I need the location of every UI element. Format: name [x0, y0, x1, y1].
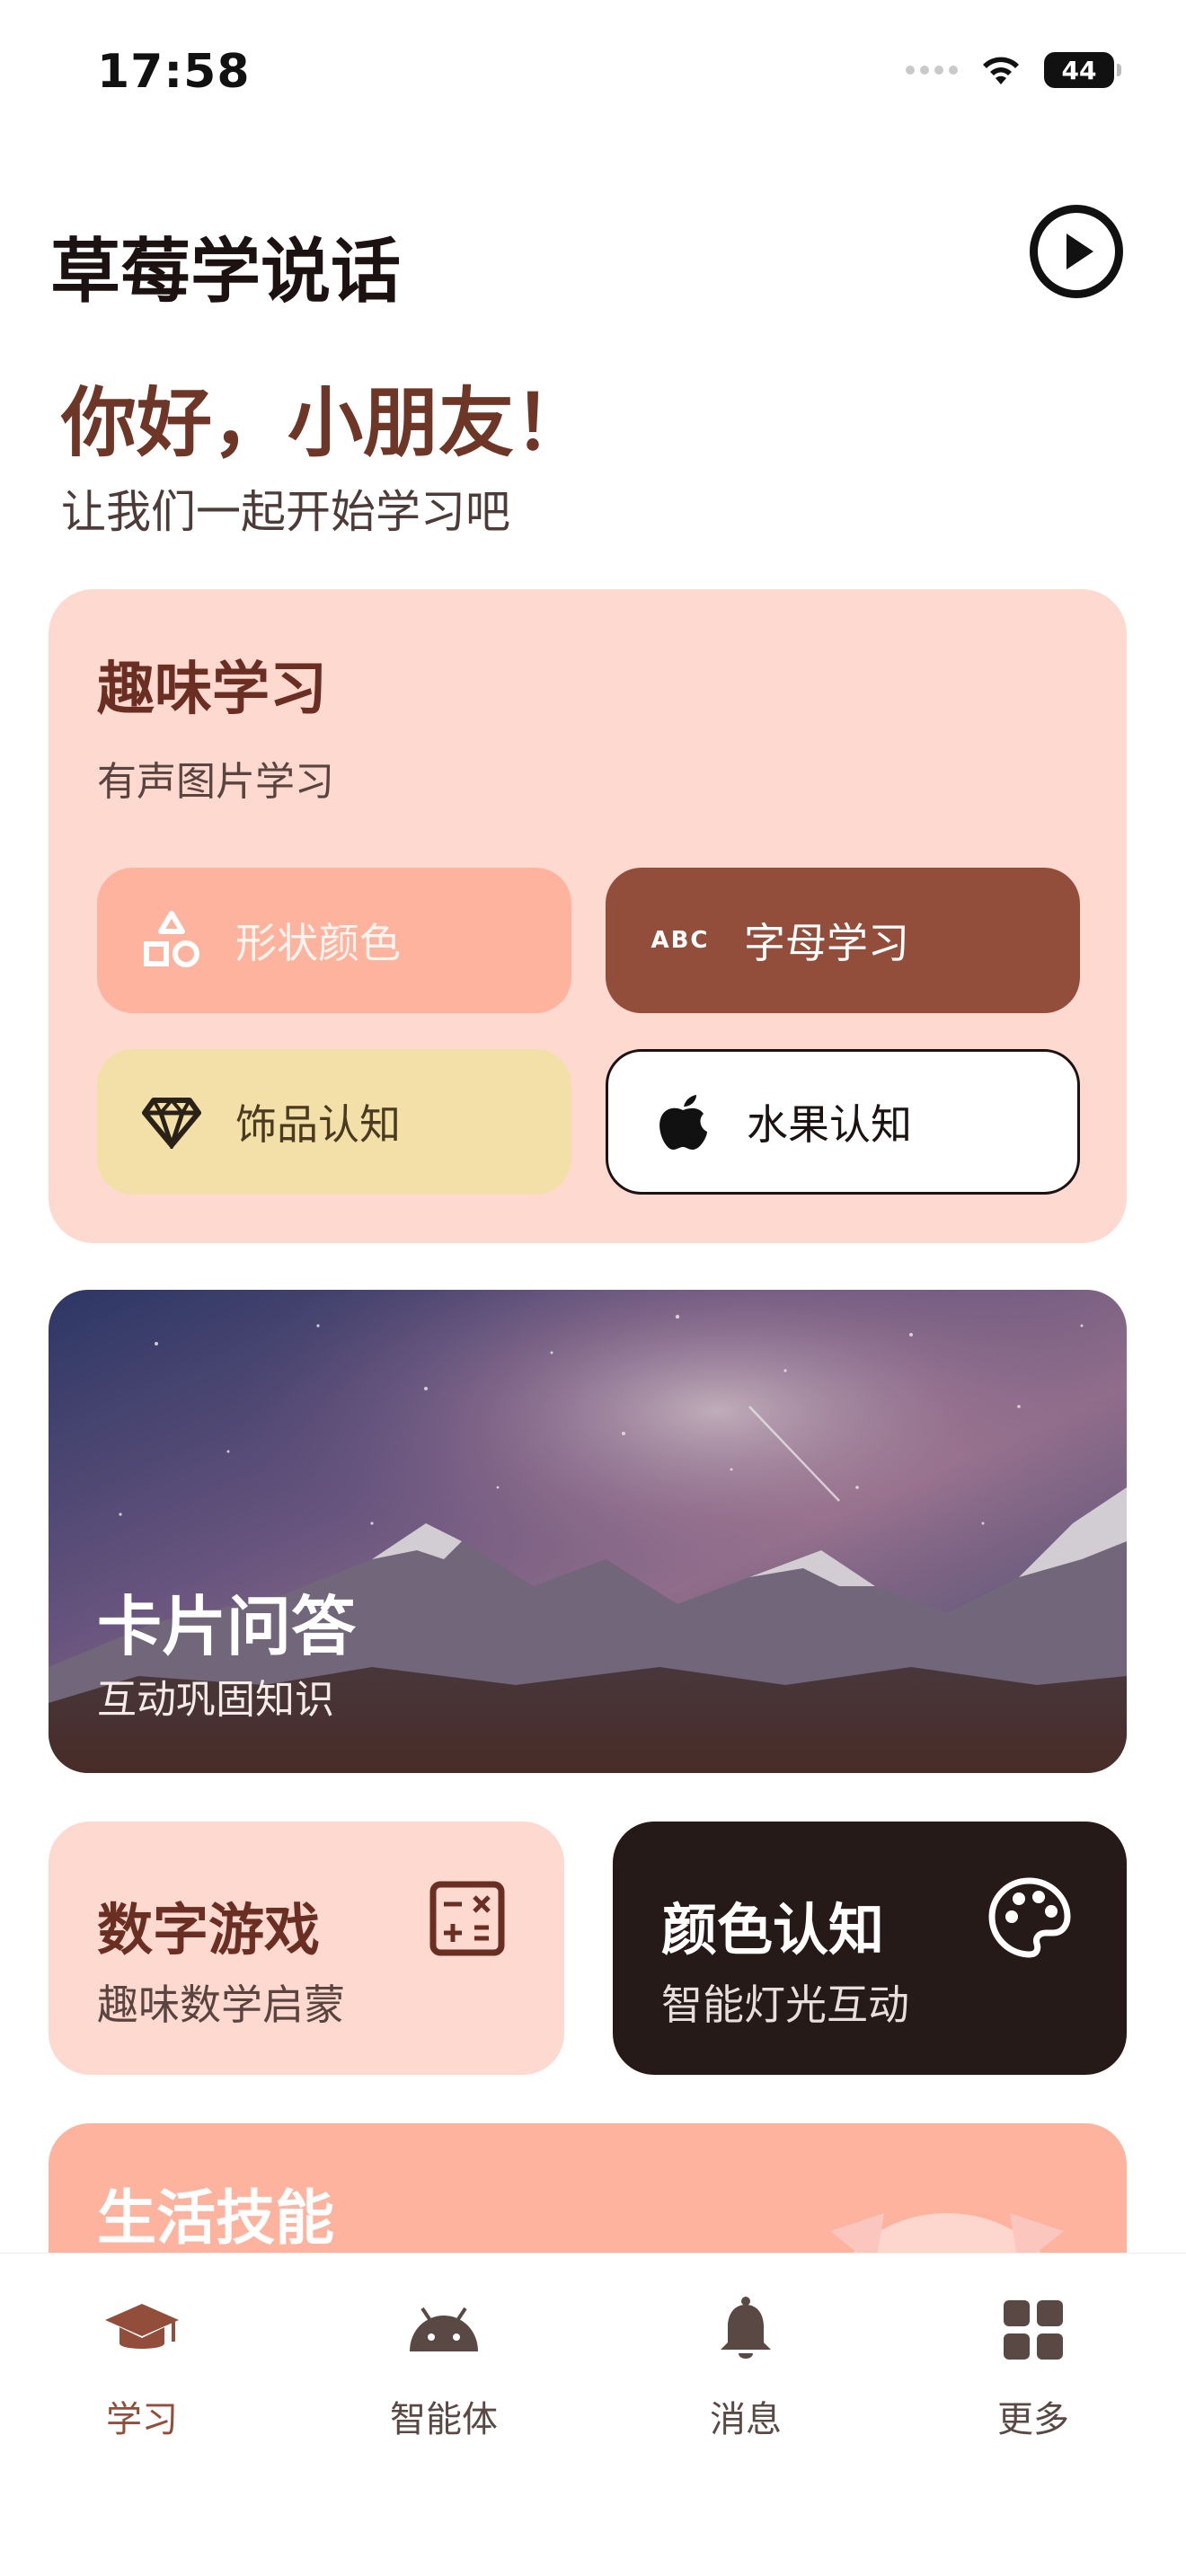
shape-color-button[interactable]: 形状颜色 [97, 868, 571, 1013]
status-bar: 17:58 44 [0, 0, 1186, 135]
shape-color-label: 形状颜色 [235, 919, 401, 967]
palette-icon [988, 1877, 1071, 1958]
fun-learning-subtitle: 有声图片学习 [97, 759, 334, 805]
greeting-subtitle: 让我们一起开始学习吧 [61, 486, 510, 538]
nav-item-more[interactable]: 更多 [943, 2289, 1123, 2442]
shapes-icon [140, 909, 203, 972]
color-recognition-card[interactable]: 颜色认知 智能灯光互动 [613, 1822, 1127, 2075]
play-icon [1067, 234, 1093, 269]
battery-level: 44 [1061, 55, 1097, 85]
graduation-cap-icon [102, 2289, 182, 2370]
battery-icon: 44 [1044, 52, 1121, 88]
diamond-icon [140, 1090, 203, 1153]
nav-label-messages: 消息 [710, 2399, 782, 2440]
fun-learning-card: 趣味学习 有声图片学习 形状颜色 ABC 字母学习 饰品认知 水果认知 [49, 589, 1127, 1243]
color-recognition-title: 颜色认知 [661, 1897, 885, 1963]
letter-learning-button[interactable]: ABC 字母学习 [606, 868, 1080, 1013]
card-quiz-subtitle: 互动巩固知识 [97, 1677, 334, 1723]
card-quiz-title: 卡片问答 [97, 1589, 357, 1664]
nav-item-messages[interactable]: 消息 [656, 2289, 836, 2442]
status-indicators: 44 [906, 52, 1121, 88]
apple-icon [651, 1090, 714, 1153]
nav-item-agent[interactable]: 智能体 [354, 2289, 534, 2442]
letter-learning-label: 字母学习 [744, 919, 909, 967]
wifi-icon [983, 57, 1019, 84]
greeting-title: 你好，小朋友！ [61, 379, 590, 467]
number-game-title: 数字游戏 [97, 1897, 321, 1963]
life-skills-title: 生活技能 [97, 2183, 334, 2253]
grid-icon [993, 2289, 1074, 2370]
abc-icon: ABC [651, 927, 710, 954]
number-game-card[interactable]: 数字游戏 趣味数学启蒙 [49, 1822, 564, 2075]
jewelry-recognition-label: 饰品认知 [235, 1100, 401, 1149]
app-title: 草莓学说话 [50, 232, 402, 313]
calculator-icon [429, 1881, 505, 1956]
number-game-subtitle: 趣味数学启蒙 [97, 1981, 345, 2029]
nav-label-more: 更多 [997, 2399, 1069, 2440]
fruit-recognition-label: 水果认知 [747, 1100, 912, 1149]
fruit-recognition-button[interactable]: 水果认知 [606, 1049, 1080, 1195]
fun-learning-title: 趣味学习 [97, 657, 327, 723]
android-icon [403, 2289, 484, 2370]
bottom-navigation: 学习 智能体 消息 更多 [0, 2253, 1186, 2576]
nav-label-learn: 学习 [106, 2399, 178, 2440]
card-quiz-banner[interactable]: 卡片问答 互动巩固知识 [49, 1290, 1127, 1773]
bell-icon [705, 2289, 786, 2370]
cellular-signal-icon [906, 66, 958, 75]
color-recognition-subtitle: 智能灯光互动 [661, 1981, 909, 2029]
play-button[interactable] [1030, 205, 1123, 298]
nav-item-learn[interactable]: 学习 [52, 2289, 232, 2442]
nav-label-agent: 智能体 [390, 2399, 498, 2440]
jewelry-recognition-button[interactable]: 饰品认知 [97, 1049, 571, 1195]
status-time: 17:58 [97, 45, 251, 99]
